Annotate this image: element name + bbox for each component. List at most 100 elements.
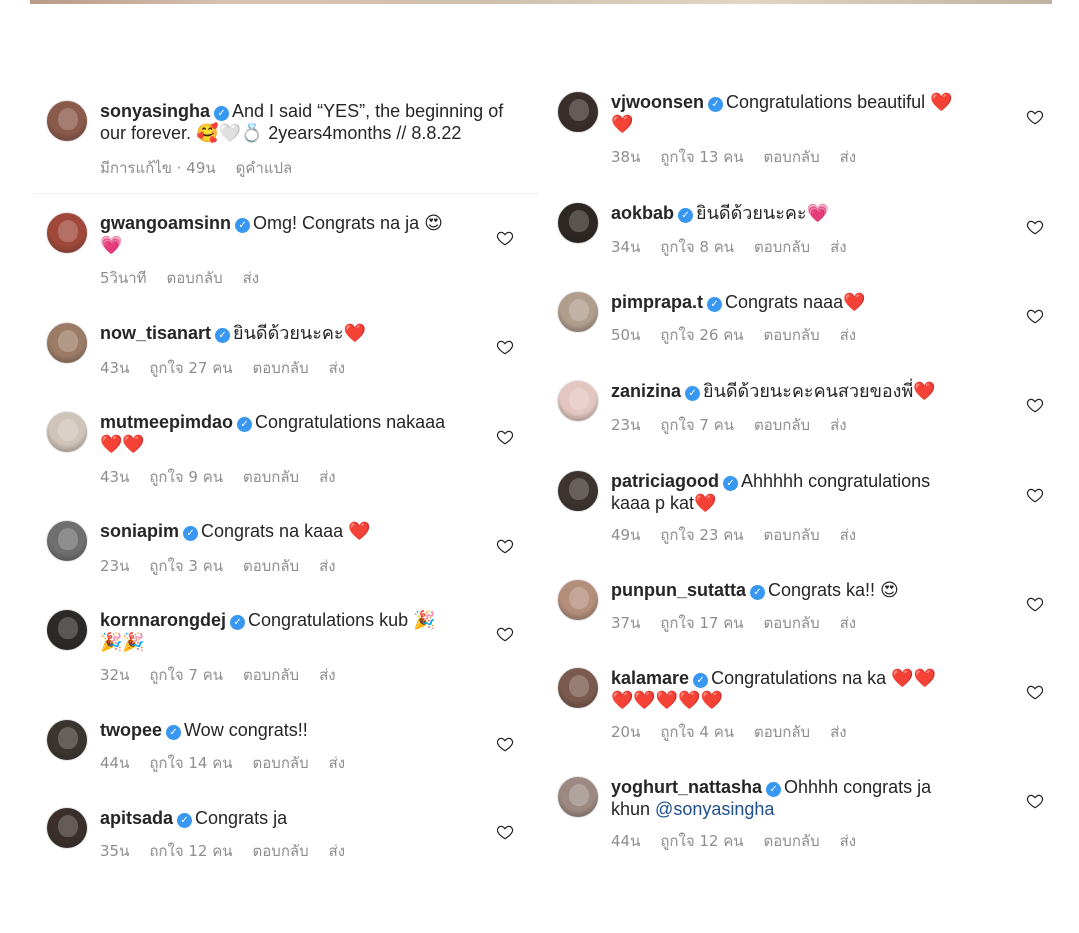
likes-count[interactable]: ถูกใจ 7 คน	[660, 416, 734, 434]
username[interactable]: vjwoonsen	[611, 92, 704, 112]
like-heart-icon[interactable]	[1026, 108, 1044, 126]
like-heart-icon[interactable]	[496, 823, 514, 841]
username[interactable]: mutmeepimdao	[100, 412, 233, 432]
username[interactable]: twopee	[100, 720, 162, 740]
username[interactable]: aokbab	[611, 203, 674, 223]
reply-button[interactable]: ตอบกลับ	[253, 359, 309, 377]
avatar[interactable]	[46, 807, 88, 849]
like-heart-icon[interactable]	[1026, 218, 1044, 236]
like-heart-icon[interactable]	[496, 428, 514, 446]
likes-count[interactable]: ถูกใจ 7 คน	[149, 666, 223, 684]
avatar[interactable]	[557, 579, 599, 621]
likes-count[interactable]: ถูกใจ 8 คน	[660, 238, 734, 256]
reply-button[interactable]: ตอบกลับ	[243, 468, 299, 486]
like-heart-icon[interactable]	[496, 338, 514, 356]
avatar[interactable]	[46, 322, 88, 364]
reply-button[interactable]: ตอบกลับ	[253, 842, 309, 860]
avatar[interactable]	[46, 609, 88, 651]
reply-button[interactable]: ตอบกลับ	[167, 269, 223, 287]
like-heart-icon[interactable]	[1026, 595, 1044, 613]
send-button[interactable]: ส่ง	[329, 842, 345, 860]
send-button[interactable]: ส่ง	[840, 526, 856, 544]
comment-time: 43น	[100, 468, 130, 486]
reply-button[interactable]: ตอบกลับ	[764, 526, 820, 544]
send-button[interactable]: ส่ง	[840, 614, 856, 632]
likes-count[interactable]: ถูกใจ 4 คน	[660, 723, 734, 741]
send-button[interactable]: ส่ง	[319, 557, 335, 575]
like-heart-icon[interactable]	[1026, 396, 1044, 414]
avatar[interactable]	[46, 411, 88, 453]
mention-link[interactable]: @sonyasingha	[655, 799, 774, 819]
likes-count[interactable]: ถูกใจ 3 คน	[149, 557, 223, 575]
avatar[interactable]	[46, 212, 88, 254]
verified-badge-icon: ✓	[685, 386, 701, 401]
reply-button[interactable]: ตอบกลับ	[764, 148, 820, 166]
likes-count[interactable]: ถูกใจ 23 คน	[660, 526, 743, 544]
username[interactable]: kornnarongdej	[100, 610, 226, 630]
send-button[interactable]: ส่ง	[329, 359, 345, 377]
reply-button[interactable]: ตอบกลับ	[253, 754, 309, 772]
likes-count[interactable]: ถูกใจ 12 คน	[660, 832, 743, 850]
username[interactable]: apitsada	[100, 808, 173, 828]
username[interactable]: soniapim	[100, 521, 179, 541]
likes-count[interactable]: ถูกใจ 26 คน	[660, 326, 743, 344]
comment: apitsada ✓ Congrats ja 35น ถกใจ 12 คน ตอบกลั…	[46, 807, 516, 867]
avatar[interactable]	[557, 776, 599, 818]
like-heart-icon[interactable]	[1026, 486, 1044, 504]
username[interactable]: yoghurt_nattasha	[611, 777, 762, 797]
avatar[interactable]	[46, 100, 88, 142]
like-heart-icon[interactable]	[496, 735, 514, 753]
avatar[interactable]	[557, 202, 599, 244]
username[interactable]: punpun_sutatta	[611, 580, 746, 600]
reply-button[interactable]: ตอบกลับ	[764, 326, 820, 344]
reply-button[interactable]: ตอบกลับ	[754, 238, 810, 256]
like-heart-icon[interactable]	[1026, 683, 1044, 701]
username[interactable]: now_tisanart	[100, 323, 211, 343]
avatar[interactable]	[557, 291, 599, 333]
like-heart-icon[interactable]	[496, 229, 514, 247]
like-heart-icon[interactable]	[496, 537, 514, 555]
comment-text: Congrats ka!! 😍	[768, 580, 899, 600]
comment-text: Ohhhh congrats ja	[784, 777, 932, 797]
reply-button[interactable]: ตอบกลับ	[764, 832, 820, 850]
send-button[interactable]: ส่ง	[840, 326, 856, 344]
likes-count[interactable]: ถกใจ 12 คน	[149, 842, 232, 860]
username[interactable]: kalamare	[611, 668, 689, 688]
reply-button[interactable]: ตอบกลับ	[754, 723, 810, 741]
avatar[interactable]	[557, 470, 599, 512]
like-heart-icon[interactable]	[1026, 792, 1044, 810]
send-button[interactable]: ส่ง	[319, 468, 335, 486]
verified-badge-icon: ✓	[693, 673, 709, 688]
avatar[interactable]	[557, 380, 599, 422]
likes-count[interactable]: ถูกใจ 17 คน	[660, 614, 743, 632]
username[interactable]: pimprapa.t	[611, 292, 703, 312]
send-button[interactable]: ส่ง	[830, 416, 846, 434]
likes-count[interactable]: ถูกใจ 13 คน	[660, 148, 743, 166]
like-heart-icon[interactable]	[1026, 307, 1044, 325]
username[interactable]: patriciagood	[611, 471, 719, 491]
avatar[interactable]	[46, 520, 88, 562]
send-button[interactable]: ส่ง	[830, 238, 846, 256]
likes-count[interactable]: ถูกใจ 27 คน	[149, 359, 232, 377]
send-button[interactable]: ส่ง	[840, 832, 856, 850]
send-button[interactable]: ส่ง	[840, 148, 856, 166]
username[interactable]: sonyasingha	[100, 101, 210, 121]
send-button[interactable]: ส่ง	[243, 269, 259, 287]
reply-button[interactable]: ตอบกลับ	[243, 666, 299, 684]
avatar[interactable]	[557, 667, 599, 709]
avatar[interactable]	[46, 719, 88, 761]
avatar[interactable]	[557, 91, 599, 133]
reply-button[interactable]: ตอบกลับ	[754, 416, 810, 434]
like-heart-icon[interactable]	[496, 625, 514, 643]
likes-count[interactable]: ถูกใจ 9 คน	[149, 468, 223, 486]
send-button[interactable]: ส่ง	[319, 666, 335, 684]
likes-count[interactable]: ถูกใจ 14 คน	[149, 754, 232, 772]
send-button[interactable]: ส่ง	[830, 723, 846, 741]
reply-button[interactable]: ตอบกลับ	[243, 557, 299, 575]
username[interactable]: zanizina	[611, 381, 681, 401]
see-translation-link[interactable]: ดูคำแปล	[236, 159, 293, 177]
username[interactable]: gwangoamsinn	[100, 213, 231, 233]
reply-button[interactable]: ตอบกลับ	[764, 614, 820, 632]
send-button[interactable]: ส่ง	[329, 754, 345, 772]
comment-text-cont: khun	[611, 799, 656, 819]
